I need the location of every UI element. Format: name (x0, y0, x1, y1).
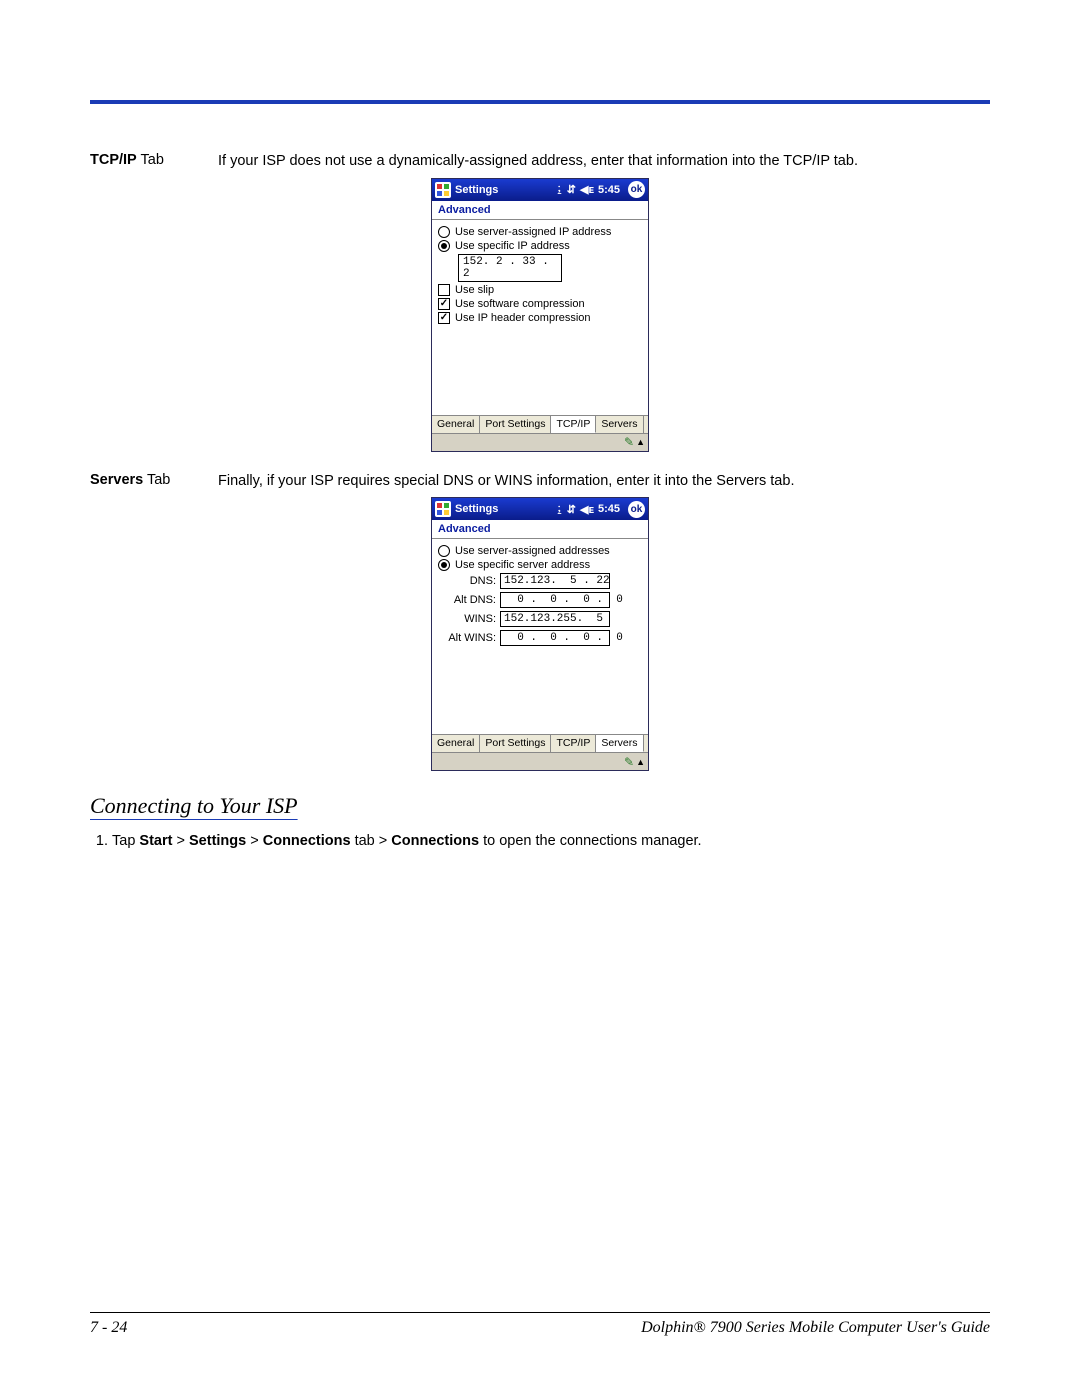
clock-text: 5:45 (598, 503, 620, 515)
steps-list: Tap Start > Settings > Connections tab >… (90, 833, 990, 849)
tcpip-body: Use server-assigned IP address Use speci… (432, 220, 648, 415)
sync-icon: ⇵ (567, 183, 576, 196)
checkbox-use-slip-label: Use slip (455, 284, 494, 296)
wm-titlebar-2: Settings ⍮ ⇵ ◀ᴇ 5:45 ok (432, 498, 648, 520)
tab-general[interactable]: General (432, 415, 480, 433)
guide-title: Dolphin® 7900 Series Mobile Computer Use… (641, 1319, 990, 1337)
footer-rule (90, 1312, 990, 1313)
tab-port-settings[interactable]: Port Settings (480, 415, 551, 433)
checkbox-hdr-compression-label: Use IP header compression (455, 312, 591, 324)
wm-subheader: Advanced (432, 520, 648, 539)
sip-bar: ✎ ▲ (432, 752, 648, 770)
connecting-isp-heading: Connecting to Your ISP (90, 793, 990, 819)
sync-icon: ⇵ (567, 503, 576, 516)
wm-title: Settings (455, 184, 498, 196)
radio-server-assigned-label: Use server-assigned IP address (455, 226, 611, 238)
alt-dns-label: Alt DNS: (444, 594, 496, 606)
servers-section: Servers Tab Finally, if your ISP require… (90, 472, 990, 492)
sip-pen-icon[interactable]: ✎ (624, 755, 634, 769)
radio-server-assigned[interactable] (438, 226, 450, 238)
wm-titlebar: Settings ⍮ ⇵ ◀ᴇ 5:45 ok (432, 179, 648, 201)
radio-specific-ip-label: Use specific IP address (455, 240, 570, 252)
tcpip-section: TCP/IP Tab If your ISP does not use a dy… (90, 152, 990, 172)
tab-servers[interactable]: Servers (596, 734, 643, 752)
alt-wins-input[interactable]: 0 . 0 . 0 . 0 (500, 630, 610, 646)
servers-screenshot: Settings ⍮ ⇵ ◀ᴇ 5:45 ok Advanced Use ser… (431, 497, 649, 771)
tab-port-settings[interactable]: Port Settings (480, 734, 551, 752)
tcpip-label: TCP/IP Tab (90, 152, 190, 168)
servers-label: Servers Tab (90, 472, 190, 488)
step-1: Tap Start > Settings > Connections tab >… (112, 833, 990, 849)
radio-specific-server[interactable] (438, 559, 450, 571)
page-number: 7 - 24 (90, 1319, 127, 1337)
sip-up-icon[interactable]: ▲ (636, 757, 645, 767)
wins-label: WINS: (444, 613, 496, 625)
checkbox-hdr-compression[interactable] (438, 312, 450, 324)
wm-subheader: Advanced (432, 201, 648, 220)
tcpip-desc: If your ISP does not use a dynamically-a… (218, 152, 990, 172)
tab-tcpip[interactable]: TCP/IP (551, 415, 596, 433)
checkbox-sw-compression[interactable] (438, 298, 450, 310)
antenna-icon: ⍮ (556, 183, 563, 196)
radio-server-assigned-addr-label: Use server-assigned addresses (455, 545, 610, 557)
radio-server-assigned-addr[interactable] (438, 545, 450, 557)
tab-servers[interactable]: Servers (596, 415, 643, 433)
page-footer: 7 - 24 Dolphin® 7900 Series Mobile Compu… (90, 1312, 990, 1337)
ok-button[interactable]: ok (628, 181, 645, 198)
status-icons: ⍮ ⇵ ◀ᴇ 5:45 (556, 503, 620, 516)
wm-tabs-tcpip: General Port Settings TCP/IP Servers (432, 415, 648, 433)
radio-specific-server-label: Use specific server address (455, 559, 590, 571)
windows-flag-icon[interactable] (435, 182, 451, 198)
status-icons: ⍮ ⇵ ◀ᴇ 5:45 (556, 183, 620, 196)
top-rule (90, 100, 990, 104)
tcpip-screenshot: Settings ⍮ ⇵ ◀ᴇ 5:45 ok Advanced Use ser… (431, 178, 649, 452)
checkbox-use-slip[interactable] (438, 284, 450, 296)
servers-body: Use server-assigned addresses Use specif… (432, 539, 648, 734)
sip-up-icon[interactable]: ▲ (636, 437, 645, 447)
sip-pen-icon[interactable]: ✎ (624, 435, 634, 449)
servers-desc: Finally, if your ISP requires special DN… (218, 472, 990, 492)
speaker-icon: ◀ᴇ (580, 503, 594, 516)
windows-flag-icon[interactable] (435, 501, 451, 517)
dns-input[interactable]: 152.123. 5 . 22 (500, 573, 610, 589)
wm-title: Settings (455, 503, 498, 515)
wins-input[interactable]: 152.123.255. 5 (500, 611, 610, 627)
tab-general[interactable]: General (432, 734, 480, 752)
radio-specific-ip[interactable] (438, 240, 450, 252)
speaker-icon: ◀ᴇ (580, 183, 594, 196)
tab-tcpip[interactable]: TCP/IP (551, 734, 596, 752)
alt-dns-input[interactable]: 0 . 0 . 0 . 0 (500, 592, 610, 608)
ip-address-input[interactable]: 152. 2 . 33 . 2 (458, 254, 562, 282)
ok-button[interactable]: ok (628, 501, 645, 518)
alt-wins-label: Alt WINS: (444, 632, 496, 644)
sip-bar: ✎ ▲ (432, 433, 648, 451)
antenna-icon: ⍮ (556, 503, 563, 516)
clock-text: 5:45 (598, 184, 620, 196)
checkbox-sw-compression-label: Use software compression (455, 298, 585, 310)
wm-tabs-servers: General Port Settings TCP/IP Servers (432, 734, 648, 752)
dns-label: DNS: (444, 575, 496, 587)
